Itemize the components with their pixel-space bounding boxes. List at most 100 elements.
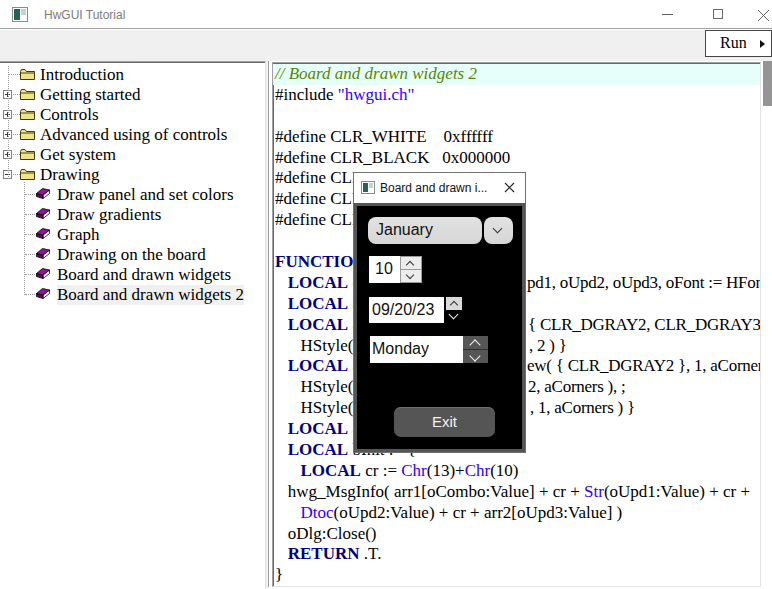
dialog-icon [361,181,375,194]
code-scrollbar[interactable] [763,61,772,587]
code-line [275,106,761,127]
code-line: LOCAL cr := Chr(13)+Chr(10) [275,461,761,482]
number-spinner-up-button[interactable] [400,256,422,270]
run-button-label: Run [720,34,747,52]
month-combobox-value: January [376,221,433,239]
chevron-up-icon [406,261,414,269]
tutorial-tree: IntroductionGetting startedControlsAdvan… [0,65,265,305]
tree-item-label: Controls [40,105,99,125]
dialog-title-bar[interactable]: Board and drawn i... [354,173,525,203]
book-icon [35,247,52,262]
number-spinner-field[interactable]: 10 [369,256,400,283]
chevron-down-icon [449,310,459,320]
code-line: oDlg:Close() [275,524,761,545]
book-icon [35,187,52,202]
close-icon [757,9,770,22]
close-button[interactable] [741,0,772,29]
tree-item-label: Introduction [40,65,124,85]
tree-item-label: Draw gradients [57,205,161,225]
tree-connector-vline-drawing [24,182,25,295]
exit-button[interactable]: Exit [394,407,495,437]
tree-item-label: Drawing [40,165,99,185]
maximize-button[interactable] [696,0,741,29]
tree-item-label: Graph [57,225,99,245]
tree-item-getting-started[interactable]: Getting started [0,85,265,105]
code-line: Dtoc(oUpd2:Value) + cr + arr2[oUpd3:Valu… [275,503,761,524]
dialog-close-button[interactable] [494,173,525,203]
minimize-icon [662,14,673,15]
code-panel-outer-border [268,61,269,587]
weekday-spinner-field[interactable]: Monday [370,336,463,363]
code-line: } [275,565,761,586]
chevron-down-icon [469,350,480,361]
tree-item-advanced-using-of-controls[interactable]: Advanced using of controls [0,125,265,145]
main-window: HwGUI Tutorial Run IntroductionGetting s… [0,0,772,589]
tree-item-graph[interactable]: Graph [0,225,265,245]
tree-item-draw-panel-and-set-colors[interactable]: Draw panel and set colors [0,185,265,205]
tree-item-draw-gradients[interactable]: Draw gradients [0,205,265,225]
tree-item-drawing[interactable]: Drawing [0,165,265,185]
date-spinner-field[interactable]: 09/20/23 [369,297,444,323]
chevron-down-icon [406,271,414,279]
app-icon [12,7,28,22]
folder-icon [19,107,36,122]
book-icon [35,267,52,282]
book-icon [35,227,52,242]
tree-item-board-and-drawn-widgets[interactable]: Board and drawn widgets [0,265,265,285]
tree-connector [25,254,35,255]
run-arrow-icon [760,40,765,48]
month-combobox-dropdown-button[interactable] [484,217,513,244]
number-spinner-down-button[interactable] [400,269,422,283]
maximize-icon [713,9,723,19]
weekday-spinner-down-button[interactable] [463,349,488,363]
date-spinner-up-button[interactable] [446,297,462,310]
tree-item-label: Draw panel and set colors [57,185,234,205]
tree-item-get-system[interactable]: Get system [0,145,265,165]
dialog-body: January 10 09/20/23 Monday Exit [354,203,525,452]
code-line: // Board and drawn widgets 2 [273,64,760,85]
tree-item-label: Drawing on the board [57,245,206,265]
dialog-close-icon [504,182,515,193]
code-line: #define CLR_WHITE 0xffffff [275,127,761,148]
tree-connector [25,214,35,215]
folder-icon [19,127,36,142]
code-line: #define CLR_BLACK 0x000000 [275,148,761,169]
folder-icon [19,87,36,102]
tree-connector [25,274,35,275]
weekday-spinner-value: Monday [372,340,429,358]
month-combobox[interactable]: January [368,217,482,244]
tree-connector [25,194,35,195]
window-title: HwGUI Tutorial [44,8,125,22]
code-line: RETURN .T. [275,544,761,565]
widgets-dialog: Board and drawn i... January 10 09/20/23… [353,172,526,453]
number-spinner-value: 10 [375,260,393,278]
chevron-up-icon [450,301,458,309]
dialog-title: Board and drawn i... [380,181,487,195]
tree-item-drawing-on-the-board[interactable]: Drawing on the board [0,245,265,265]
run-button[interactable]: Run [705,30,772,57]
tree-panel: IntroductionGetting startedControlsAdvan… [0,61,266,589]
tree-item-introduction[interactable]: Introduction [0,65,265,85]
tree-connector-vline-root [8,66,9,179]
tree-item-label: Advanced using of controls [40,125,227,145]
tree-item-label: Get system [40,145,116,165]
toolbar: Run [0,30,772,61]
weekday-spinner-up-button[interactable] [463,336,488,349]
tree-connector [25,234,35,235]
folder-icon [19,167,36,182]
tree-item-label: Board and drawn widgets [57,265,231,285]
exit-button-label: Exit [394,413,495,430]
folder-icon [19,147,36,162]
title-bar: HwGUI Tutorial [0,0,772,29]
tree-item-controls[interactable]: Controls [0,105,265,125]
code-line: hwg_MsgInfo( arr1[oCombo:Value] + cr + S… [275,482,761,503]
code-scrollbar-thumb[interactable] [763,61,772,106]
tree-item-board-and-drawn-widgets-2[interactable]: Board and drawn widgets 2 [0,285,265,305]
minimize-button[interactable] [641,0,686,29]
chevron-down-icon [493,224,503,234]
date-spinner-down-button[interactable] [446,310,462,323]
tree-connector [25,294,35,295]
tree-item-label: Board and drawn widgets 2 [57,285,244,305]
code-line: #include "hwgui.ch" [275,85,761,106]
book-icon [35,207,52,222]
